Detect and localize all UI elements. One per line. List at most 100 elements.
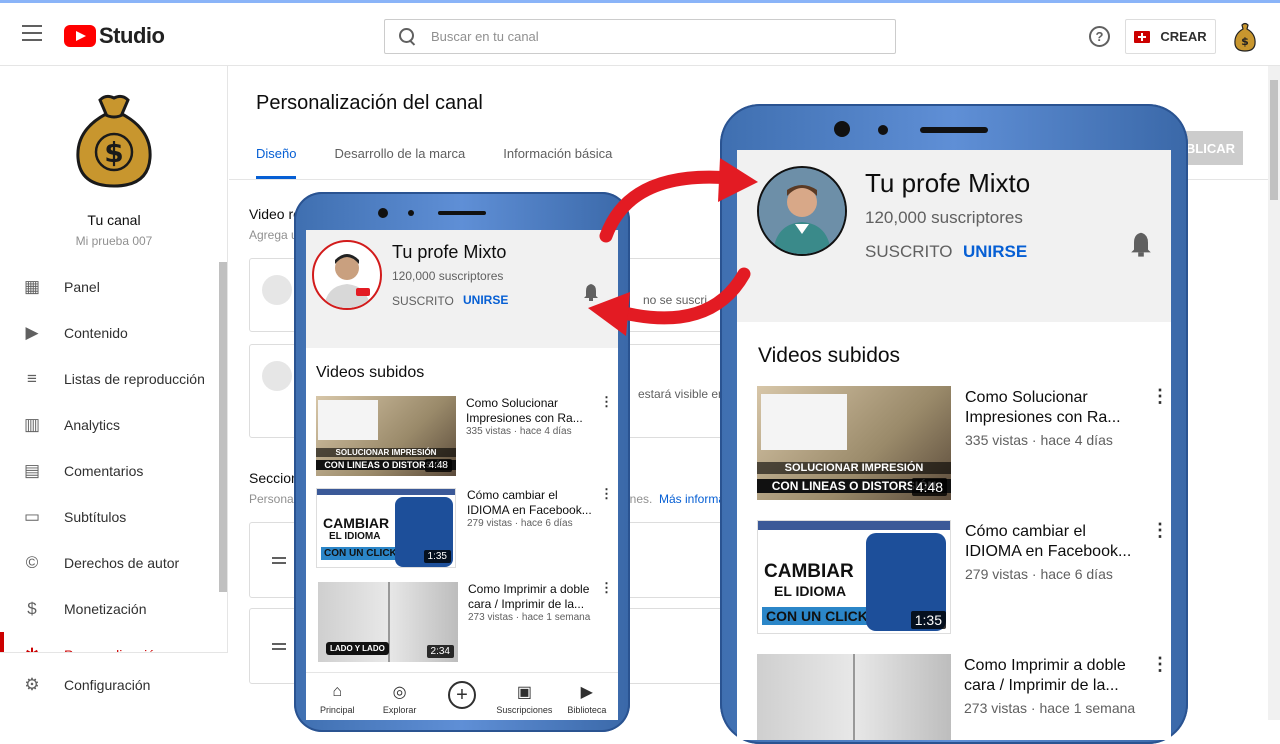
- sidebar-item-subtitles[interactable]: ▭ Subtítulos: [0, 494, 228, 540]
- sidebar-item-label: Panel: [64, 279, 100, 295]
- sidebar-item-label: Monetización: [64, 601, 147, 617]
- more-options-icon[interactable]: ⋮: [600, 394, 613, 410]
- video-thumbnail[interactable]: SOLUCIONAR IMPRESIÓN CON LINEAS O DISTOR…: [757, 386, 951, 500]
- tab-branding[interactable]: Desarrollo de la marca: [334, 146, 465, 179]
- featured-card-text: estará visible en: [638, 387, 725, 401]
- phone-screen-large: Tu profe Mixto 120,000 suscriptores SUSC…: [737, 150, 1171, 740]
- bottom-navigation: ⌂ Principal ◎ Explorar + ▣ Suscripciones ▶ B…: [306, 672, 618, 720]
- more-options-icon[interactable]: ⋮: [1151, 654, 1169, 675]
- thumbnail-caption: CON UN CLICK: [321, 547, 400, 560]
- sidebar-item-settings[interactable]: ⚙ Configuración: [0, 653, 228, 717]
- channel-header: Tu profe Mixto 120,000 suscriptores SUSC…: [737, 150, 1171, 322]
- video-thumbnail[interactable]: LADO Y LADO 2:34: [318, 582, 458, 662]
- more-options-icon[interactable]: ⋮: [1151, 520, 1169, 541]
- phone-camera: [378, 208, 388, 218]
- video-item[interactable]: Como Imprimir a doble cara / Imprimir de…: [737, 654, 1171, 740]
- video-title[interactable]: Como Solucionar Impresiones con Ra...: [466, 396, 594, 426]
- tab-design[interactable]: Diseño: [256, 146, 297, 179]
- create-video-icon: [1134, 30, 1151, 43]
- video-item[interactable]: LADO Y LADO 2:34 Como Imprimir a doble c…: [306, 580, 618, 668]
- main-scrollbar[interactable]: [1268, 66, 1280, 720]
- video-title[interactable]: Cómo cambiar el IDIOMA en Facebook...: [467, 488, 595, 518]
- thumbnail-caption: SOLUCIONAR IMPRESIÓN: [316, 448, 456, 457]
- channel-name: Tu profe Mixto: [865, 168, 1031, 198]
- section-subtitle-sections: Personal: [249, 492, 297, 506]
- drag-handle-icon[interactable]: [272, 643, 286, 650]
- help-icon[interactable]: ?: [1089, 26, 1110, 47]
- subtitles-icon: ▭: [23, 507, 41, 526]
- youtube-play-icon: [64, 25, 96, 47]
- nav-label: Explorar: [382, 705, 417, 715]
- nav-subscriptions[interactable]: ▣ Suscripciones: [493, 673, 555, 720]
- channel-avatar-small[interactable]: [312, 240, 382, 310]
- thumbnail-caption: CON UN CLICK: [762, 607, 872, 625]
- sidebar-settings-row[interactable]: ⚙ Configuración: [0, 652, 228, 720]
- swap-arrows-graphic: [588, 158, 758, 336]
- sidebar-item-content[interactable]: ▶ Contenido: [0, 310, 228, 356]
- hamburger-menu-icon[interactable]: [22, 25, 42, 41]
- sidebar-item-playlists[interactable]: ≡ Listas de reproducción: [0, 356, 228, 402]
- sidebar-item-monetization[interactable]: $ Monetización: [0, 586, 228, 632]
- channel-avatar-large[interactable]: [757, 166, 847, 256]
- video-thumbnail[interactable]: CAMBIAR EL IDIOMA CON UN CLICK 1:35: [757, 520, 951, 634]
- svg-text:$: $: [1241, 35, 1249, 48]
- bell-icon[interactable]: [1127, 230, 1155, 258]
- sidebar-scrollbar[interactable]: [219, 262, 227, 592]
- page-title: Personalización del canal: [256, 92, 483, 114]
- nav-label: Suscripciones: [496, 705, 553, 715]
- sidebar-item-label: Derechos de autor: [64, 555, 180, 571]
- copyright-icon: ©: [25, 553, 39, 572]
- video-item[interactable]: CAMBIAR EL IDIOMA CON UN CLICK 1:35 Cómo…: [306, 486, 618, 574]
- more-options-icon[interactable]: ⋮: [600, 580, 613, 596]
- analytics-icon: ▥: [23, 415, 41, 434]
- section-subtitle-video: Agrega u: [249, 228, 298, 242]
- add-icon: +: [448, 681, 477, 709]
- video-title[interactable]: Como Imprimir a doble cara / Imprimir de…: [468, 582, 596, 612]
- money-bag-icon: $: [76, 94, 152, 188]
- videos-section-title: Videos subidos: [316, 364, 425, 381]
- nav-explore[interactable]: ◎ Explorar: [368, 673, 430, 720]
- video-thumbnail[interactable]: [757, 654, 951, 740]
- join-button[interactable]: UNIRSE: [963, 242, 1027, 262]
- account-avatar[interactable]: $: [1232, 22, 1258, 52]
- channel-title[interactable]: Tu canal: [0, 212, 228, 228]
- search-icon[interactable]: [399, 27, 417, 46]
- nav-add[interactable]: +: [431, 673, 493, 720]
- nav-home[interactable]: ⌂ Principal: [306, 673, 368, 720]
- comments-icon: ▤: [23, 461, 41, 480]
- subscribed-button[interactable]: SUSCRITO: [392, 294, 454, 308]
- create-button[interactable]: CREAR: [1125, 19, 1216, 54]
- video-duration: 4:48: [911, 478, 947, 496]
- subscribed-button[interactable]: SUSCRITO: [865, 242, 953, 262]
- thumbnail-caption: SOLUCIONAR IMPRESIÓN: [757, 462, 951, 474]
- video-item[interactable]: SOLUCIONAR IMPRESIÓN CON LINEAS O DISTOR…: [306, 394, 618, 482]
- youtube-studio-logo[interactable]: Studio: [64, 23, 165, 49]
- video-title[interactable]: Como Imprimir a doble cara / Imprimir de…: [964, 656, 1144, 696]
- dollar-icon: $: [27, 599, 37, 618]
- channel-avatar[interactable]: $: [64, 92, 164, 192]
- learn-more-link[interactable]: Más informa: [659, 492, 725, 506]
- phone-sensor: [878, 125, 888, 135]
- drag-handle-icon[interactable]: [272, 557, 286, 564]
- search-input[interactable]: [431, 29, 851, 44]
- sidebar-item-analytics[interactable]: ▥ Analytics: [0, 402, 228, 448]
- sidebar-item-copyright[interactable]: © Derechos de autor: [0, 540, 228, 586]
- publish-button[interactable]: BLICAR: [1181, 131, 1243, 165]
- thumbnail-caption: CAMBIAR: [764, 561, 854, 582]
- sidebar-item-comments[interactable]: ▤ Comentarios: [0, 448, 228, 494]
- video-title[interactable]: Como Solucionar Impresiones con Ra...: [965, 388, 1141, 428]
- video-item[interactable]: SOLUCIONAR IMPRESIÓN CON LINEAS O DISTOR…: [737, 386, 1171, 510]
- sidebar-item-panel[interactable]: ▦ Panel: [0, 264, 228, 310]
- videos-section-title: Videos subidos: [758, 344, 901, 367]
- video-duration: 4:48: [424, 459, 452, 472]
- more-options-icon[interactable]: ⋮: [1151, 386, 1169, 407]
- join-button[interactable]: UNIRSE: [463, 293, 508, 307]
- nav-library[interactable]: ▶ Biblioteca: [556, 673, 618, 720]
- search-box[interactable]: [384, 19, 896, 54]
- video-title[interactable]: Cómo cambiar el IDIOMA en Facebook...: [965, 522, 1141, 562]
- more-options-icon[interactable]: ⋮: [600, 486, 613, 502]
- video-item[interactable]: CAMBIAR EL IDIOMA CON UN CLICK 1:35 Cómo…: [737, 520, 1171, 644]
- gear-icon: ⚙: [24, 675, 40, 694]
- video-thumbnail[interactable]: SOLUCIONAR IMPRESIÓN CON LINEAS O DISTOR…: [316, 396, 456, 476]
- video-thumbnail[interactable]: CAMBIAR EL IDIOMA CON UN CLICK 1:35: [316, 488, 456, 568]
